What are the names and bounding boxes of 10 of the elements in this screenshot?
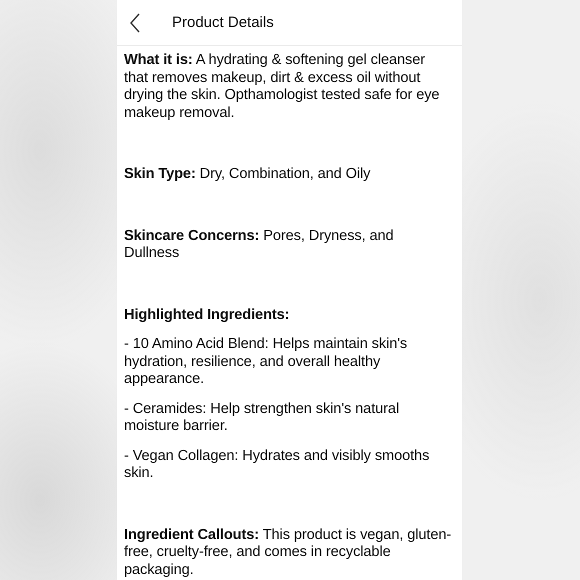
section-text: Skin Type: Dry, Combination, and Oily [124,166,372,184]
section-text: What it is: A hydrating & softening gel cleanser that removes makeup, dirt & excess oil without drying the skin. Opthamologist tested safe for eye makeup removal. [124,52,440,122]
back-icon[interactable] [129,12,141,32]
ingredient-item: - 10 Amino Acid Blend: Helps maintain skin's hydration, resilience, and overall healthy appearance. [124,336,408,388]
section-text: Ingredient Callouts: This product is vegan, gluten-free, cruelty-free, and comes in recyclable packaging. [124,526,452,579]
screen-title: Product Details [172,14,274,31]
ingredient-item: - Vegan Collagen: Hydrates and visibly smooths skin. [124,448,430,482]
ingredient-item: - Ceramides: Help strengthen skin's natural moisture barrier. [124,400,400,436]
section-text: Skincare Concerns: Pores, Dryness, and Dullness [124,228,395,262]
section-text: Highlighted Ingredients: [124,306,290,324]
